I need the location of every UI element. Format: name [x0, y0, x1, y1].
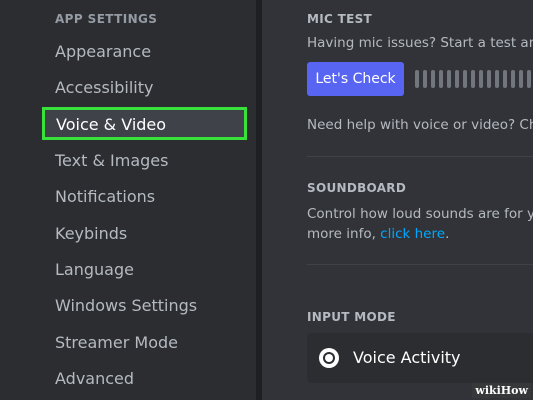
sidebar-heading: APP SETTINGS — [55, 12, 158, 26]
input-mode-title: INPUT MODE — [307, 310, 396, 324]
mic-test-description: Having mic issues? Start a test and — [307, 35, 533, 51]
meter-bar — [479, 70, 483, 88]
click-here-link[interactable]: click here — [380, 226, 445, 242]
lets-check-button[interactable]: Let's Check — [307, 62, 404, 96]
soundboard-more-info: more info, click here. — [307, 226, 449, 242]
sidebar-item-voice-video[interactable]: Voice & Video — [42, 107, 247, 140]
meter-bar — [527, 70, 531, 88]
voice-activity-option[interactable]: Voice Activity — [307, 333, 533, 383]
meter-bar — [439, 70, 443, 88]
radio-selected-icon[interactable] — [319, 348, 339, 368]
wikihow-watermark: wikiHow — [472, 383, 531, 398]
meter-bar — [487, 70, 491, 88]
section-divider — [307, 264, 533, 265]
meter-bar — [511, 70, 515, 88]
settings-content: MIC TEST Having mic issues? Start a test… — [262, 0, 533, 400]
sidebar-item-accessibility[interactable]: Accessibility — [55, 78, 153, 97]
meter-bar — [495, 70, 499, 88]
voice-activity-label: Voice Activity — [353, 348, 461, 367]
sidebar-item-advanced[interactable]: Advanced — [55, 369, 134, 388]
soundboard-description: Control how loud sounds are for you — [307, 206, 533, 222]
mic-test-title: MIC TEST — [307, 12, 373, 26]
sidebar-item-language[interactable]: Language — [55, 260, 134, 279]
meter-bar — [471, 70, 475, 88]
meter-bar — [423, 70, 427, 88]
meter-bar — [519, 70, 523, 88]
more-info-suffix: . — [445, 226, 450, 242]
mic-level-meter — [415, 70, 533, 88]
meter-bar — [503, 70, 507, 88]
radio-dot — [323, 352, 335, 364]
sidebar-item-streamer-mode[interactable]: Streamer Mode — [55, 333, 178, 352]
meter-bar — [455, 70, 459, 88]
meter-bar — [463, 70, 467, 88]
more-info-prefix: more info, — [307, 226, 381, 242]
sidebar-item-windows-settings[interactable]: Windows Settings — [55, 296, 197, 315]
sidebar-item-appearance[interactable]: Appearance — [55, 42, 151, 61]
sidebar-item-keybinds[interactable]: Keybinds — [55, 224, 127, 243]
section-divider — [307, 156, 533, 157]
sidebar-item-notifications[interactable]: Notifications — [55, 187, 155, 206]
soundboard-title: SOUNDBOARD — [307, 181, 407, 195]
meter-bar — [431, 70, 435, 88]
meter-bar — [415, 70, 419, 88]
sidebar-item-text-images[interactable]: Text & Images — [55, 151, 168, 170]
sidebar-item-label: Voice & Video — [56, 115, 167, 134]
meter-bar — [447, 70, 451, 88]
voice-help-text: Need help with voice or video? Chec — [307, 117, 533, 133]
settings-sidebar: APP SETTINGS Appearance Accessibility Vo… — [0, 0, 256, 400]
